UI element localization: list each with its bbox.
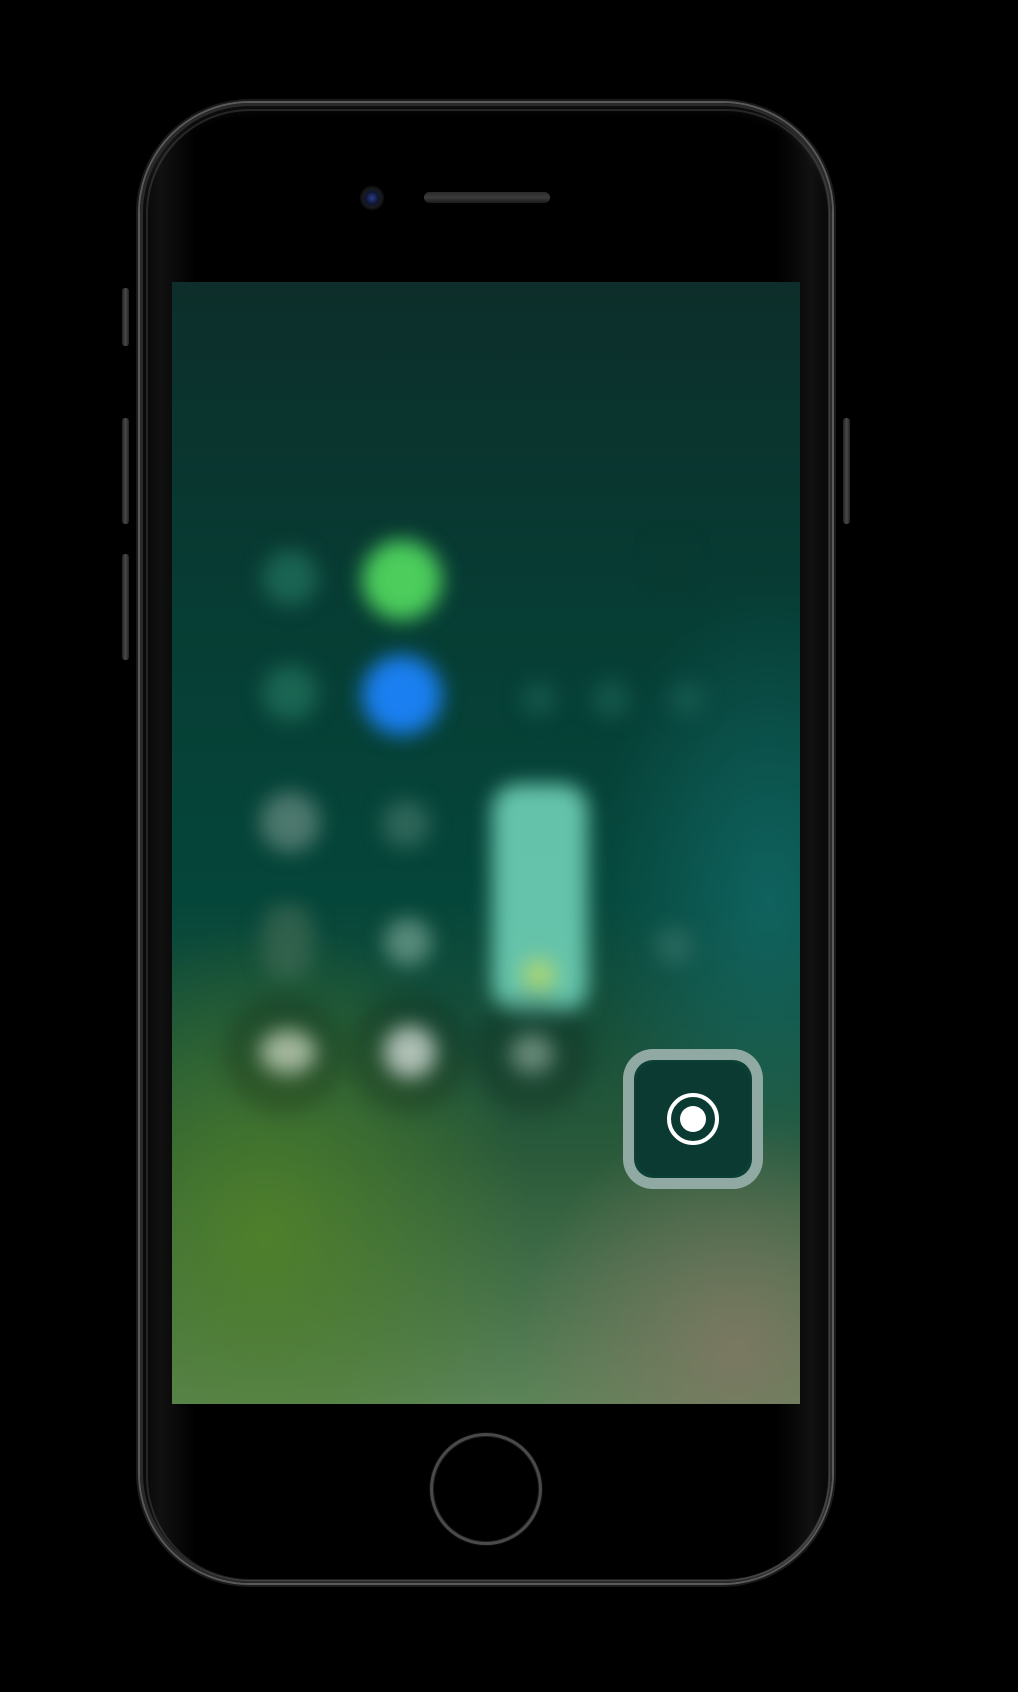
music-play-button[interactable] [592,680,630,718]
music-next-button[interactable] [670,682,704,716]
do-not-disturb-toggle[interactable] [382,800,430,848]
record-dot-icon [680,1106,706,1132]
cellular-data-toggle[interactable] [362,540,442,620]
flashlight-button[interactable] [260,1030,316,1074]
home-button[interactable] [430,1433,542,1545]
rotation-lock-toggle[interactable] [260,792,320,852]
volume-up-button[interactable] [122,418,129,524]
control-center-blurred [172,282,800,1404]
stage [0,0,1018,1692]
front-camera-icon [362,188,382,208]
timer-button[interactable] [384,1026,436,1078]
volume-icon [656,928,692,964]
airplane-mode-toggle[interactable] [262,550,318,606]
bluetooth-toggle[interactable] [362,655,442,735]
power-button[interactable] [843,418,850,524]
airplay-icon [384,918,432,966]
volume-down-button[interactable] [122,554,129,660]
wifi-toggle[interactable] [262,665,318,721]
sun-icon [522,958,556,992]
screen-mirroring-button[interactable] [262,904,314,980]
screen [172,282,800,1404]
earpiece-speaker [424,192,550,203]
mute-switch[interactable] [122,288,129,346]
music-module [652,542,692,582]
record-icon [667,1093,719,1145]
music-prev-button[interactable] [522,682,556,716]
calculator-button[interactable] [510,1034,554,1074]
